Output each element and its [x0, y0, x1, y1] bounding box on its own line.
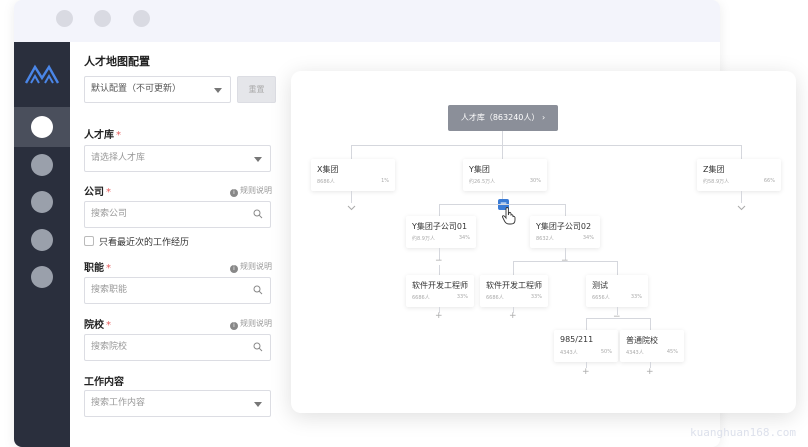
connector	[741, 191, 742, 203]
preset-select[interactable]: 默认配置（不可更新）	[84, 76, 231, 103]
nav-icon	[31, 191, 53, 213]
expand-plus-icon[interactable]: +	[582, 368, 590, 377]
required-mark: *	[106, 320, 111, 331]
expand-plus-icon[interactable]: +	[435, 312, 443, 321]
connector	[439, 204, 565, 205]
chevron-down-icon[interactable]	[737, 205, 746, 211]
sidebar-item-4[interactable]	[14, 220, 70, 260]
school-placeholder: 搜索院校	[91, 342, 128, 352]
logo-icon	[24, 64, 60, 84]
school-rule-link[interactable]: i 规则说明	[230, 318, 272, 330]
company-label: 公司 *	[84, 187, 111, 198]
function-rule-link[interactable]: i 规则说明	[230, 261, 272, 273]
expand-plus-icon[interactable]: +	[646, 368, 654, 377]
nav-icon	[31, 266, 53, 288]
org-node[interactable]: Y集团子公司01 约8.9万人 34%	[406, 216, 476, 248]
recent-only-checkbox[interactable]: 只看最近次的工作经历	[84, 235, 189, 248]
org-node[interactable]: Y集团子公司02 8632人 34%	[530, 216, 600, 248]
org-node[interactable]: X集团 8686人 1%	[311, 159, 395, 191]
org-node[interactable]: 软件开发工程师 6686人 33%	[406, 275, 474, 307]
connector	[565, 204, 566, 216]
function-search-input[interactable]: 搜索职能	[84, 277, 271, 304]
watermark: kuanghuan168.com	[690, 426, 796, 439]
chevron-down-icon	[254, 402, 262, 407]
connector	[586, 318, 587, 330]
info-icon: i	[230, 265, 238, 273]
window-dot-3[interactable]	[133, 10, 150, 27]
sidebar-item-2[interactable]	[14, 145, 70, 185]
sidebar-item-5[interactable]	[14, 257, 70, 297]
chevron-down-icon[interactable]	[347, 205, 356, 211]
required-mark: *	[106, 263, 111, 274]
connector	[502, 131, 503, 145]
chevron-right-icon: ›	[541, 113, 546, 122]
company-rule-link[interactable]: i 规则说明	[230, 185, 272, 197]
reset-button[interactable]: 重置	[237, 76, 276, 103]
talent-pool-select[interactable]: 请选择人才库	[84, 145, 271, 172]
search-icon	[253, 209, 263, 219]
window-dot-1[interactable]	[56, 10, 73, 27]
info-icon: i	[230, 189, 238, 197]
window-dot-2[interactable]	[94, 10, 111, 27]
connector	[741, 145, 742, 159]
connector	[650, 318, 651, 330]
school-search-input[interactable]: 搜索院校	[84, 334, 271, 361]
connector	[502, 145, 503, 159]
talent-pool-label: 人才库 *	[84, 130, 121, 141]
connector	[351, 145, 352, 159]
preset-value: 默认配置（不可更新）	[91, 84, 182, 94]
function-placeholder: 搜索职能	[91, 285, 128, 295]
nav-icon	[31, 116, 53, 138]
chevron-down-icon	[214, 88, 222, 93]
sidebar	[14, 42, 70, 447]
search-icon	[253, 285, 263, 295]
connector	[439, 265, 440, 275]
sidebar-item-1[interactable]	[14, 107, 70, 147]
org-node[interactable]: 测试 6656人 33%	[586, 275, 648, 307]
connector	[586, 318, 650, 319]
connector	[439, 204, 440, 216]
connector	[351, 145, 742, 146]
sidebar-item-3[interactable]	[14, 182, 70, 222]
search-icon	[253, 342, 263, 352]
checkbox-box[interactable]	[84, 236, 94, 246]
nav-icon	[31, 229, 53, 251]
page-title: 人才地图配置	[84, 55, 150, 68]
nav-icon	[31, 154, 53, 176]
work-content-placeholder: 搜索工作内容	[91, 398, 146, 408]
talent-pool-placeholder: 请选择人才库	[91, 153, 146, 163]
connector	[502, 191, 503, 199]
expand-plus-icon[interactable]: +	[509, 312, 517, 321]
work-content-select[interactable]: 搜索工作内容	[84, 390, 271, 417]
org-node[interactable]: 普通院校 4343人 45%	[620, 330, 684, 362]
title-bar	[14, 0, 720, 42]
screen: 人才地图配置 默认配置（不可更新） 重置 人才库 * 请选择人才库 公司 * i 规则…	[0, 0, 808, 447]
function-label: 职能 *	[84, 263, 111, 274]
required-mark: *	[106, 187, 111, 198]
org-node[interactable]: Y集团 约26.5万人 30%	[463, 159, 547, 191]
talent-map-card: 人才库（863240人） › X集团 8686人 1% Y集团 约26.5万人 30% …	[291, 71, 796, 413]
org-node[interactable]: Z集团 约58.9万人 66%	[697, 159, 781, 191]
root-node[interactable]: 人才库（863240人） ›	[448, 105, 558, 131]
org-node[interactable]: 985/211 4343人 50%	[554, 330, 618, 362]
connector	[351, 191, 352, 203]
connector	[617, 261, 618, 275]
chevron-down-icon	[254, 157, 262, 162]
org-node[interactable]: 软件开发工程师 6686人 33%	[480, 275, 548, 307]
work-content-label: 工作内容	[84, 377, 124, 388]
company-placeholder: 搜索公司	[91, 209, 128, 219]
connector	[513, 261, 617, 262]
school-label: 院校 *	[84, 320, 111, 331]
required-mark: *	[116, 130, 121, 141]
company-search-input[interactable]: 搜索公司	[84, 201, 271, 228]
connector	[513, 261, 514, 275]
hand-cursor-icon	[501, 207, 516, 225]
info-icon: i	[230, 322, 238, 330]
